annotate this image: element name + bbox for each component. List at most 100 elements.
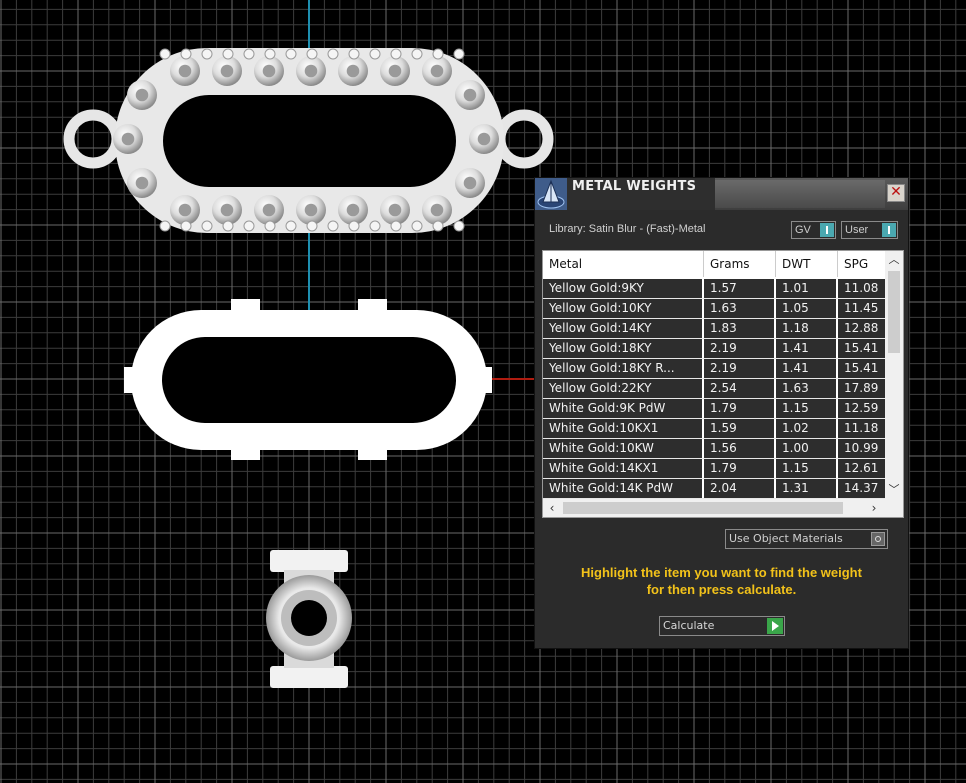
table-row[interactable]: White Gold:14KX1 1.79 1.15 12.61	[543, 459, 885, 479]
scroll-down-icon[interactable]: ﹀	[885, 481, 903, 499]
metal-cell: White Gold:10KW	[543, 439, 704, 458]
bead-hole	[262, 203, 276, 217]
small-bead	[369, 48, 381, 60]
grams-cell: 1.59	[704, 419, 776, 438]
metal-cell: White Gold:14KX1	[543, 459, 704, 478]
small-bead	[432, 220, 444, 232]
user-label: User	[845, 224, 869, 236]
table-row[interactable]: Yellow Gold:10KY 1.63 1.05 11.45	[543, 299, 885, 319]
instructions-line-1: Highlight the item you want to find the …	[581, 565, 862, 580]
gv-toggle[interactable]: GV	[791, 221, 836, 239]
app-logo-icon	[535, 178, 567, 210]
beaded-oval-link[interactable]	[63, 48, 554, 233]
bead-hole	[135, 88, 149, 102]
metal-cell: White Gold:10KX1	[543, 419, 704, 438]
bead-hole	[346, 203, 360, 217]
radio-icon[interactable]	[871, 532, 885, 546]
table-row[interactable]: Yellow Gold:18KY 2.19 1.41 15.41	[543, 339, 885, 359]
small-bead	[390, 48, 402, 60]
bead-hole	[304, 203, 318, 217]
scroll-left-icon[interactable]: ‹	[543, 499, 561, 517]
metal-table[interactable]: Metal Grams DWT SPG Yellow Gold:9KY 1.57 1…	[542, 250, 904, 518]
metal-cell: Yellow Gold:18KY R...	[543, 359, 704, 378]
dwt-cell: 1.18	[776, 319, 838, 338]
bead-hole	[477, 132, 491, 146]
small-bead	[285, 48, 297, 60]
toggle-knob-icon	[882, 223, 896, 237]
small-bead	[285, 220, 297, 232]
small-bead	[432, 48, 444, 60]
grams-cell: 1.57	[704, 279, 776, 298]
horizontal-scroll-thumb[interactable]	[563, 502, 843, 514]
table-row[interactable]: White Gold:10KW 1.56 1.00 10.99	[543, 439, 885, 459]
column-header-grams[interactable]: Grams	[704, 251, 776, 277]
metal-cell: Yellow Gold:9KY	[543, 279, 704, 298]
small-bead	[390, 220, 402, 232]
table-row[interactable]: Yellow Gold:14KY 1.83 1.18 12.88	[543, 319, 885, 339]
small-bead	[180, 48, 192, 60]
column-header-dwt[interactable]: DWT	[776, 251, 838, 277]
title-bar-fill	[715, 180, 885, 208]
grams-cell: 1.83	[704, 319, 776, 338]
table-row[interactable]: White Gold:14K PdW 2.04 1.31 14.37	[543, 479, 885, 499]
panel-titlebar[interactable]: METAL WEIGHTS ✕	[535, 178, 908, 210]
close-button[interactable]: ✕	[887, 184, 905, 202]
table-header: Metal Grams DWT SPG	[543, 251, 885, 277]
small-bead	[264, 220, 276, 232]
small-bead	[180, 220, 192, 232]
grams-cell: 2.54	[704, 379, 776, 398]
small-bead	[222, 220, 234, 232]
bead-hole	[178, 64, 192, 78]
user-toggle[interactable]: User	[841, 221, 898, 239]
grams-cell: 1.63	[704, 299, 776, 318]
small-bead	[348, 48, 360, 60]
small-bead	[348, 220, 360, 232]
vertical-scroll-thumb[interactable]	[888, 271, 900, 353]
small-bead	[411, 220, 423, 232]
small-bead	[159, 48, 171, 60]
table-row[interactable]: Yellow Gold:22KY 2.54 1.63 17.89	[543, 379, 885, 399]
bead-hole	[388, 64, 402, 78]
grams-cell: 1.79	[704, 459, 776, 478]
table-row[interactable]: Yellow Gold:9KY 1.57 1.01 11.08	[543, 279, 885, 299]
metal-cell: Yellow Gold:14KY	[543, 319, 704, 338]
instructions-text: Highlight the item you want to find the …	[545, 564, 898, 598]
scroll-right-icon[interactable]: ›	[865, 499, 883, 517]
small-bead	[201, 48, 213, 60]
horizontal-scrollbar[interactable]: ‹ ›	[543, 499, 885, 517]
3d-viewport[interactable]: METAL WEIGHTS ✕ Library: Satin Blur - (F…	[0, 0, 966, 783]
dwt-cell: 1.41	[776, 359, 838, 378]
dwt-cell: 1.00	[776, 439, 838, 458]
toggle-knob-icon	[820, 223, 834, 237]
table-row[interactable]: White Gold:9K PdW 1.79 1.15 12.59	[543, 399, 885, 419]
tube-bail[interactable]	[266, 550, 352, 688]
bead-hole	[304, 64, 318, 78]
table-row[interactable]: White Gold:10KX1 1.59 1.02 11.18	[543, 419, 885, 439]
small-bead	[453, 48, 465, 60]
dwt-cell: 1.63	[776, 379, 838, 398]
scroll-corner	[885, 499, 903, 517]
small-bead	[306, 48, 318, 60]
bead-hole	[220, 64, 234, 78]
grams-cell: 1.56	[704, 439, 776, 458]
plain-oval-link[interactable]	[124, 299, 492, 460]
small-bead	[306, 220, 318, 232]
dwt-cell: 1.31	[776, 479, 838, 498]
use-object-materials-label: Use Object Materials	[729, 532, 843, 545]
small-bead	[453, 220, 465, 232]
metal-weights-panel: METAL WEIGHTS ✕ Library: Satin Blur - (F…	[534, 177, 909, 649]
table-body: Yellow Gold:9KY 1.57 1.01 11.08 Yellow Gold:…	[543, 279, 885, 499]
grams-cell: 2.19	[704, 359, 776, 378]
calculate-button[interactable]: Calculate	[659, 616, 785, 636]
bead-hole	[463, 176, 477, 190]
instructions-line-2: for then press calculate.	[646, 582, 797, 597]
bead-hole	[178, 203, 192, 217]
column-header-metal[interactable]: Metal	[543, 251, 704, 277]
vertical-scrollbar[interactable]: ︿ ﹀	[885, 251, 903, 499]
use-object-materials-option[interactable]: Use Object Materials	[725, 529, 888, 549]
small-bead	[327, 220, 339, 232]
table-row[interactable]: Yellow Gold:18KY R... 2.19 1.41 15.41	[543, 359, 885, 379]
scroll-up-icon[interactable]: ︿	[885, 251, 903, 269]
bead-hole	[346, 64, 360, 78]
dwt-cell: 1.15	[776, 459, 838, 478]
